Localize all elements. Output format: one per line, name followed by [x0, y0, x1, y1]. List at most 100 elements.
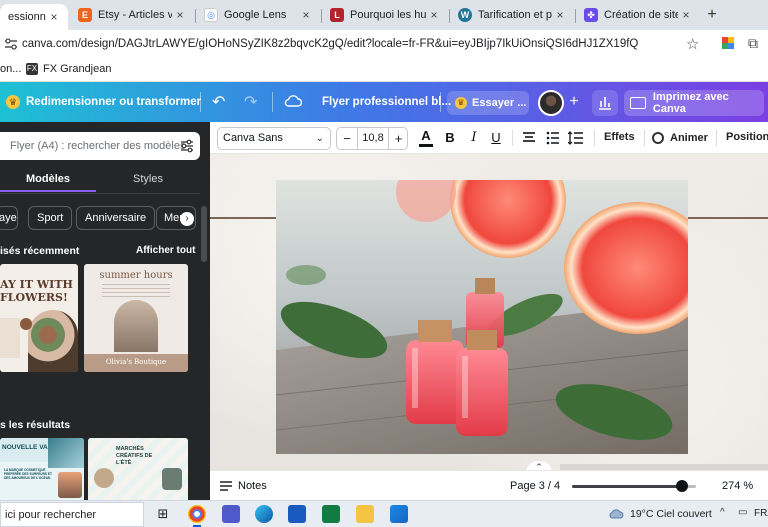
add-collaborator-button[interactable]: + — [566, 94, 582, 110]
bookmark-favicon: FX — [26, 63, 38, 75]
redo-icon[interactable]: ↷ — [244, 92, 257, 112]
text-toolbar: Canva Sans ⌄ − 10,8 + A B I U Effets Ani… — [210, 122, 768, 154]
position-button[interactable]: Position — [726, 131, 768, 143]
print-with-canva-button[interactable]: Imprimez avec Canva — [624, 90, 764, 116]
thumbnail-decor — [0, 318, 20, 358]
edge-app-icon[interactable] — [255, 505, 273, 523]
print-label: Imprimez avec Canva — [652, 91, 729, 115]
template-thumbnail[interactable]: AY IT WITH FLOWERS! — [0, 264, 78, 372]
divider-line — [210, 217, 276, 219]
browser-tab-site-builder[interactable]: ✤ Création de sites inte × — [576, 3, 700, 27]
chevron-up-icon[interactable]: ^ — [720, 507, 725, 518]
zoom-level[interactable]: 274 % — [722, 480, 753, 492]
weather-status[interactable]: 19°C Ciel couvert — [630, 508, 712, 520]
toolbar-separator — [644, 130, 645, 146]
browser-tab-etsy[interactable]: E Etsy - Articles vendus × — [70, 3, 194, 27]
bookmarks-bar: on... FX FX Grandjean — [0, 58, 768, 82]
toolbar-separator — [512, 130, 513, 146]
bold-icon[interactable]: B — [442, 128, 458, 148]
increase-size-button[interactable]: + — [389, 128, 408, 149]
try-label: Essayer ... — [472, 97, 527, 109]
try-pro-button[interactable]: ♛ Essayer ... — [447, 91, 529, 115]
teams-app-icon[interactable] — [222, 505, 240, 523]
tab-title: Création de sites inte — [604, 9, 678, 21]
template-search-input[interactable]: Flyer (A4) : rechercher des modèles — [0, 132, 200, 160]
file-explorer-icon[interactable] — [356, 505, 374, 523]
notes-button[interactable]: Notes — [220, 480, 267, 492]
template-thumbnail[interactable]: summer hours Olivia's Boutique — [84, 264, 188, 372]
bookmark-star-icon[interactable]: ☆ — [686, 35, 699, 53]
photos-app-icon[interactable] — [390, 505, 408, 523]
animate-button[interactable]: Animer — [652, 130, 708, 146]
resize-button[interactable]: ♛ Redimensionner ou transformer — [6, 92, 201, 112]
extension-icon[interactable] — [722, 37, 734, 49]
excel-app-icon[interactable] — [322, 505, 340, 523]
bookmark-fx-grandjean[interactable]: FX FX Grandjean — [26, 63, 111, 75]
url-text[interactable]: canva.com/design/DAGJtrLAWYE/gIOHoNSyZIK… — [22, 38, 638, 50]
browser-tab-huiles[interactable]: L Pourquoi les huiles e × — [322, 3, 448, 27]
recent-section-title: isés récemment — [0, 245, 80, 257]
template-thumbnail[interactable]: MARCHÉS CRÉATIFS DE L'ÉTÉ — [88, 438, 188, 500]
toolbar-separator — [594, 130, 595, 146]
close-icon[interactable]: × — [172, 8, 188, 22]
bookmark-item[interactable]: on... — [0, 63, 21, 75]
list-icon[interactable] — [546, 131, 560, 145]
filter-icon[interactable] — [180, 139, 194, 153]
template-thumbnail[interactable]: NOUVELLE VAGUE LA MARQUE COSMETIQUE PRÉF… — [0, 438, 84, 500]
new-tab-button[interactable]: + — [702, 5, 722, 25]
underline-icon[interactable]: U — [488, 128, 504, 148]
close-icon[interactable]: × — [552, 8, 568, 22]
filter-chip[interactable]: ayer — [0, 206, 18, 230]
animate-icon — [652, 132, 664, 144]
avatar[interactable] — [538, 90, 564, 116]
close-icon[interactable]: × — [298, 8, 314, 22]
decrease-size-button[interactable]: − — [337, 128, 357, 149]
line-spacing-icon[interactable] — [568, 131, 584, 145]
essential-oil-photo[interactable] — [276, 180, 688, 454]
document-title[interactable]: Flyer professionnel bl... — [322, 96, 451, 108]
taskbar-search[interactable]: ici pour rechercher — [0, 502, 144, 527]
language-indicator[interactable]: FRA — [754, 508, 768, 519]
notes-icon — [220, 481, 232, 491]
font-name: Canva Sans — [223, 132, 283, 144]
close-icon[interactable]: × — [46, 10, 62, 24]
crown-icon: ♛ — [455, 97, 467, 109]
font-family-select[interactable]: Canva Sans ⌄ — [217, 127, 331, 150]
browser-tab-google-lens[interactable]: ◎ Google Lens × — [196, 3, 320, 27]
cloud-weather-icon[interactable] — [608, 507, 624, 521]
insights-icon[interactable] — [592, 90, 618, 116]
browser-tab-wordpress[interactable]: W Tarification et plans × — [450, 3, 574, 27]
zoom-slider-handle[interactable] — [676, 480, 689, 492]
chrome-app-icon[interactable] — [188, 505, 206, 527]
page-indicator[interactable]: Page 3 / 4 — [510, 480, 560, 492]
puzzle-icon[interactable]: ⧉ — [748, 35, 758, 52]
font-size-input[interactable]: 10,8 — [357, 128, 389, 149]
close-icon[interactable]: × — [678, 8, 694, 22]
design-canvas[interactable]: ⌃ — [210, 154, 768, 470]
filter-chip-sport[interactable]: Sport — [28, 206, 73, 230]
toolbar-separator — [716, 130, 717, 146]
site-settings-icon[interactable] — [4, 38, 18, 50]
tab-title: Google Lens — [224, 9, 287, 21]
text-color-button[interactable]: A — [418, 128, 434, 148]
chevron-right-icon[interactable]: › — [180, 212, 194, 226]
italic-icon[interactable]: I — [466, 128, 482, 148]
thumbnail-title: MARCHÉS CRÉATIFS DE L'ÉTÉ — [116, 446, 153, 466]
divider-line — [688, 217, 768, 219]
network-icon[interactable]: ▭ — [738, 507, 747, 518]
header-separator — [440, 92, 441, 112]
browser-tab-canva[interactable]: essionnel bi × — [0, 4, 68, 30]
close-icon[interactable]: × — [426, 8, 442, 22]
tab-styles[interactable]: Styles — [100, 166, 196, 192]
filter-chip-anniversaire[interactable]: Anniversaire — [76, 206, 156, 230]
undo-icon[interactable]: ↶ — [212, 92, 225, 112]
task-view-icon[interactable]: ⊞ — [154, 505, 172, 523]
tab-models[interactable]: Modèles — [0, 166, 96, 192]
scrollbar-thumb[interactable] — [201, 206, 207, 262]
align-center-icon[interactable] — [522, 131, 536, 145]
cloud-saved-icon[interactable] — [284, 94, 302, 108]
address-bar: canva.com/design/DAGJtrLAWYE/gIOHoNSyZIK… — [0, 30, 768, 58]
effects-button[interactable]: Effets — [604, 131, 635, 143]
show-all-link[interactable]: Afficher tout — [136, 245, 195, 256]
word-app-icon[interactable] — [288, 505, 306, 523]
